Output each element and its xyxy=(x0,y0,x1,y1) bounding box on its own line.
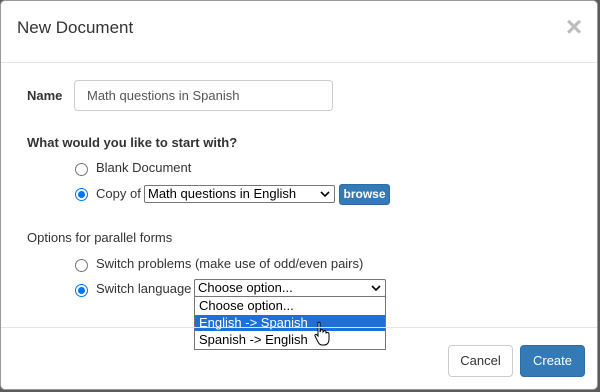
language-options-list: Choose option... English -> Spanish Span… xyxy=(194,296,386,350)
dialog-title: New Document xyxy=(17,18,134,37)
switch-problems-label: Switch problems (make use of odd/even pa… xyxy=(96,256,364,271)
chevron-down-icon xyxy=(371,285,381,292)
cancel-button[interactable]: Cancel xyxy=(448,345,513,377)
browse-button[interactable]: browse xyxy=(339,184,390,205)
name-input[interactable]: Math questions in Spanish xyxy=(74,80,333,111)
parallel-heading: Options for parallel forms xyxy=(27,230,173,245)
hand-pointer-icon xyxy=(314,321,330,346)
blank-document-radio[interactable] xyxy=(75,163,88,176)
name-label: Name xyxy=(27,88,63,103)
copy-of-select[interactable]: Math questions in English xyxy=(144,185,335,203)
language-option-choose[interactable]: Choose option... xyxy=(195,298,385,314)
switch-language-radio[interactable] xyxy=(75,284,88,297)
dialog-header: New Document × xyxy=(1,1,597,63)
blank-document-label: Blank Document xyxy=(96,160,192,175)
language-option-english-spanish[interactable]: English -> Spanish xyxy=(195,315,385,331)
language-select[interactable]: Choose option... xyxy=(194,279,386,297)
copy-of-label: Copy of xyxy=(96,186,141,201)
copy-of-select-value: Math questions in English xyxy=(148,186,297,201)
language-option-spanish-english[interactable]: Spanish -> English xyxy=(195,332,385,348)
language-select-value: Choose option... xyxy=(198,280,293,295)
switch-language-label: Switch language xyxy=(96,281,192,296)
close-icon[interactable]: × xyxy=(562,13,586,41)
new-document-dialog: New Document × Name Math questions in Sp… xyxy=(0,0,598,390)
start-heading: What would you like to start with? xyxy=(27,135,238,150)
copy-of-radio[interactable] xyxy=(75,188,88,201)
footer-divider xyxy=(1,327,597,328)
chevron-down-icon xyxy=(320,191,330,198)
create-button[interactable]: Create xyxy=(520,345,585,377)
switch-problems-radio[interactable] xyxy=(75,259,88,272)
